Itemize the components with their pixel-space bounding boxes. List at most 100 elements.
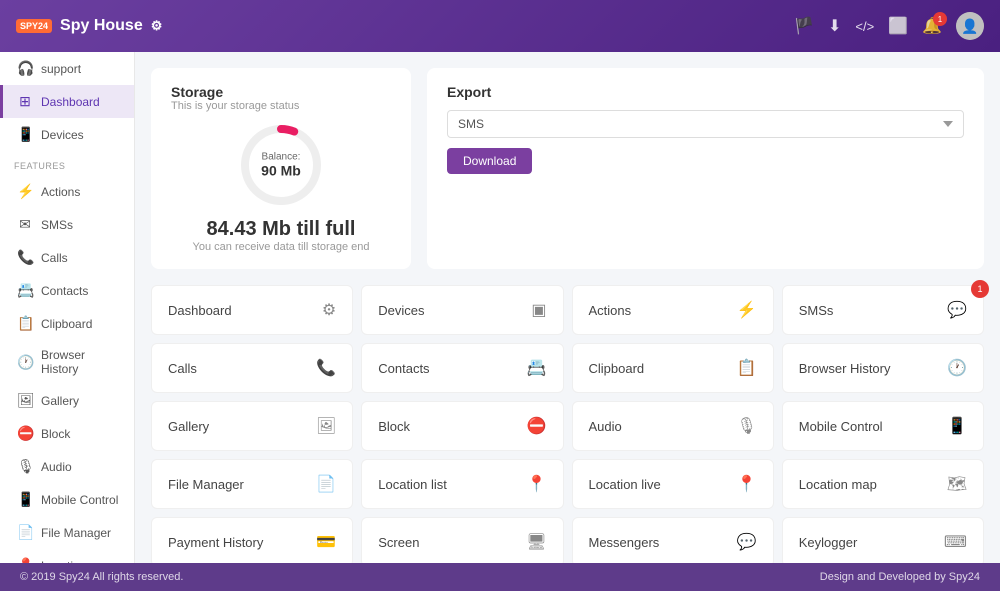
feature-icon-f-mobile-control: 📱 [947,416,967,436]
storage-title: Storage [171,84,391,100]
feature-card-f-screen[interactable]: Screen🖥 [361,517,563,563]
feature-label-f-file-manager: File Manager [168,477,244,492]
feature-card-f-actions[interactable]: Actions ⚡ [572,285,774,335]
sidebar-item-file-manager[interactable]: 📄 File Manager [0,516,134,549]
donut-label: Balance: 90 Mb [261,152,301,179]
storage-donut: Balance: 90 Mb [236,120,326,210]
app-title: Spy House [60,17,143,35]
feature-icon-f-actions: ⚡ [737,300,757,320]
feature-card-f-smss[interactable]: 1SMSs💬 [782,285,984,335]
feature-card-f-dashboard[interactable]: Dashboard⚙ [151,285,353,335]
feature-icon-f-screen: 🖥 [526,532,546,552]
sidebar-item-smss[interactable]: ✉ SMSs [0,208,134,241]
download-icon[interactable]: ⬇ [828,16,841,36]
sidebar-label-dashboard: Dashboard [41,95,100,109]
feature-icon-f-location-map: 🗺 [947,474,967,494]
sidebar-features-label: FEATURES [0,151,134,175]
feature-icon-f-file-manager: 📄 [316,474,336,494]
feature-card-f-location-map[interactable]: Location map🗺 [782,459,984,509]
balance-text: Balance: [262,152,301,163]
storage-card: Storage This is your storage status Bala… [151,68,411,269]
sidebar-item-actions[interactable]: ⚡ Actions [0,175,134,208]
feature-label-f-calls: Calls [168,361,197,376]
feature-card-f-file-manager[interactable]: File Manager 📄 [151,459,353,509]
location-icon: 📍 [17,557,33,563]
code-icon[interactable]: </> [855,19,874,34]
feature-label-f-messengers: Messengers [589,535,660,550]
sidebar-item-block[interactable]: ⛔ Block [0,417,134,450]
sidebar-label-location: Location [41,559,86,564]
logo-badge: SPY24 [16,19,52,33]
sidebar-label-actions: Actions [41,185,80,199]
sidebar-label-smss: SMSs [41,218,73,232]
app-header: SPY24 Spy House ⚙ 🏴 ⬇ </> ⬜ 🔔 1 👤 [0,0,1000,52]
feature-icon-f-messengers: 💬 [737,532,757,552]
user-avatar[interactable]: 👤 [956,12,984,40]
sidebar-label-contacts: Contacts [41,284,88,298]
sidebar-item-audio[interactable]: 🎙 Audio [0,450,134,483]
flag-icon[interactable]: 🏴 [794,16,814,36]
export-select[interactable]: SMS Calls Contacts Browser History [447,110,964,138]
sidebar-item-gallery[interactable]: 🖼 Gallery [0,384,134,417]
sidebar-item-support[interactable]: 🎧 support [0,52,134,85]
feature-card-f-payment-history[interactable]: Payment History💳 [151,517,353,563]
feature-label-f-location-list: Location list [378,477,447,492]
storage-donut-wrap: Balance: 90 Mb [171,120,391,210]
feature-label-f-payment-history: Payment History [168,535,263,550]
feature-card-f-messengers[interactable]: Messengers 💬 [572,517,774,563]
sidebar-label-gallery: Gallery [41,394,79,408]
download-button[interactable]: Download [447,148,532,174]
sidebar-item-browser-history[interactable]: 🕐 Browser History [0,340,134,384]
feature-label-f-mobile-control: Mobile Control [799,419,883,434]
feature-icon-f-block: ⛔ [527,416,547,436]
sidebar-item-dashboard[interactable]: ⊞ Dashboard [0,85,134,118]
sidebar-label-calls: Calls [41,251,68,265]
feature-card-f-browser-history[interactable]: Browser History🕐 [782,343,984,393]
sidebar-item-location[interactable]: 📍 Location [0,549,134,563]
settings-icon[interactable]: ⚙ [151,18,163,34]
footer-credit: Design and Developed by Spy24 [820,571,980,583]
sms-icon: ✉ [17,216,33,233]
notification-count: 1 [933,12,947,26]
feature-card-f-mobile-control[interactable]: Mobile Control 📱 [782,401,984,451]
main-layout: 🎧 support ⊞ Dashboard 📱 Devices FEATURES… [0,52,1000,563]
feature-card-f-block[interactable]: Block ⛔ [361,401,563,451]
feature-icon-f-calls: 📞 [316,358,336,378]
feature-card-f-audio[interactable]: Audio🎙 [572,401,774,451]
notification-bell[interactable]: 🔔 1 [922,16,942,36]
feature-card-f-contacts[interactable]: Contacts📇 [361,343,563,393]
feature-card-f-gallery[interactable]: Gallery🖼 [151,401,353,451]
audio-icon: 🎙 [17,458,33,475]
mobile-control-icon: 📱 [17,491,33,508]
export-card: Export SMS Calls Contacts Browser Histor… [427,68,984,269]
feature-label-f-dashboard: Dashboard [168,303,232,318]
feature-label-f-actions: Actions [589,303,632,318]
sidebar-label-devices: Devices [41,128,84,142]
feature-icon-f-devices: ▣ [531,300,546,320]
storage-info: 84.43 Mb till full You can receive data … [171,218,391,253]
feature-card-f-keylogger[interactable]: Keylogger⌨ [782,517,984,563]
app-logo: SPY24 Spy House ⚙ [16,17,162,35]
feature-label-f-smss: SMSs [799,303,834,318]
contacts-icon: 📇 [17,282,33,299]
feature-card-f-location-list[interactable]: Location list 📍 [361,459,563,509]
feature-card-f-clipboard[interactable]: Clipboard📋 [572,343,774,393]
balance-value: 90 Mb [261,163,301,179]
header-actions: 🏴 ⬇ </> ⬜ 🔔 1 👤 [794,12,984,40]
sidebar-item-devices[interactable]: 📱 Devices [0,118,134,151]
feature-label-f-block: Block [378,419,410,434]
storage-description: You can receive data till storage end [171,241,391,253]
sidebar-item-contacts[interactable]: 📇 Contacts [0,274,134,307]
sidebar-item-clipboard[interactable]: 📋 Clipboard [0,307,134,340]
feature-card-f-calls[interactable]: Calls 📞 [151,343,353,393]
feature-icon-f-location-list: 📍 [527,474,547,494]
sidebar-item-mobile-control[interactable]: 📱 Mobile Control [0,483,134,516]
export-title: Export [447,84,964,100]
window-icon[interactable]: ⬜ [888,16,908,36]
feature-card-f-location-live[interactable]: Location live📍 [572,459,774,509]
file-manager-icon: 📄 [17,524,33,541]
feature-label-f-browser-history: Browser History [799,361,891,376]
feature-icon-f-smss: 💬 [947,300,967,320]
feature-card-f-devices[interactable]: Devices▣ [361,285,563,335]
sidebar-item-calls[interactable]: 📞 Calls [0,241,134,274]
